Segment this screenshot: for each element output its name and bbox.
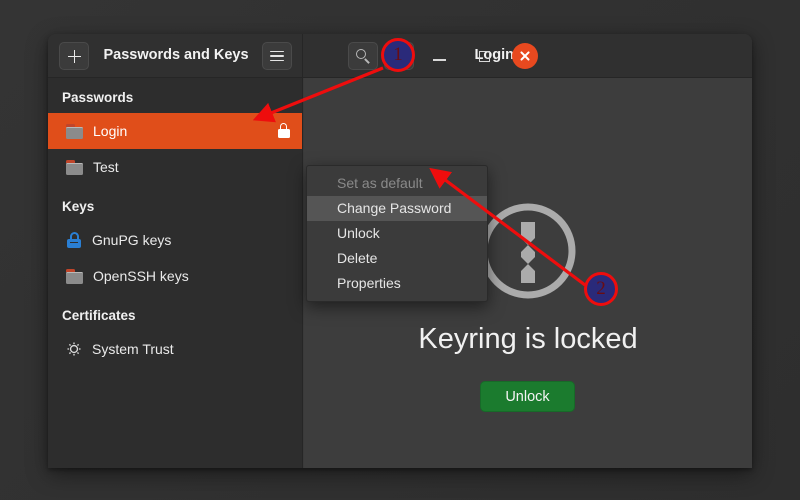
unlock-button[interactable]: Unlock: [480, 381, 575, 412]
overflow-menu-button[interactable]: [384, 42, 414, 70]
folder-icon: [66, 159, 83, 175]
screen: Passwords and Keys Login Passwords Login…: [0, 0, 800, 500]
key-icon: [66, 232, 82, 248]
folder-icon: [66, 268, 83, 284]
sidebar-item-openssh-keys[interactable]: OpenSSH keys: [48, 258, 302, 294]
sidebar-item-login[interactable]: Login: [48, 113, 302, 149]
sidebar-item-label: Login: [93, 123, 128, 139]
maximize-icon: [478, 50, 490, 62]
sidebar-item-test[interactable]: Test: [48, 149, 302, 185]
sidebar-item-label: System Trust: [92, 341, 174, 357]
close-icon: [519, 50, 531, 62]
sidebar-group-certificates-label: Certificates: [62, 308, 136, 323]
minimize-button[interactable]: [427, 44, 451, 68]
three-dots-icon: [397, 49, 401, 63]
app-title: Passwords and Keys: [103, 47, 249, 63]
main-menu-button[interactable]: [262, 42, 292, 70]
sidebar-group-keys-label: Keys: [62, 199, 95, 214]
gear-icon: [66, 341, 82, 357]
locked-keyring-icon: [473, 196, 583, 306]
search-button[interactable]: [348, 42, 378, 70]
menu-item-change-password[interactable]: Change Password: [307, 196, 487, 221]
folder-icon: [66, 123, 83, 139]
plus-icon: [67, 49, 81, 63]
header-bar: Passwords and Keys Login: [48, 34, 752, 78]
status-title: Keyring is locked: [418, 323, 638, 355]
lock-icon: [277, 123, 290, 138]
application-window: Passwords and Keys Login Passwords Login…: [48, 34, 752, 468]
sidebar-item-label: Test: [93, 159, 119, 175]
maximize-button[interactable]: [472, 44, 496, 68]
sidebar-item-label: OpenSSH keys: [93, 268, 189, 284]
menu-item-properties[interactable]: Properties: [307, 271, 487, 296]
minimize-icon: [432, 59, 446, 61]
search-icon: [355, 48, 371, 64]
menu-item-set-as-default: Set as default: [337, 175, 423, 191]
close-button[interactable]: [512, 43, 538, 69]
menu-item-unlock[interactable]: Unlock: [307, 221, 487, 246]
sidebar-item-system-trust[interactable]: System Trust: [48, 331, 302, 367]
hamburger-icon: [270, 50, 284, 62]
add-keyring-button[interactable]: [59, 42, 89, 70]
sidebar-item-label: GnuPG keys: [92, 232, 172, 248]
context-menu: Set as default Change Password Unlock De…: [306, 165, 488, 302]
sidebar-group-passwords-label: Passwords: [62, 90, 134, 105]
sidebar-item-gnupg-keys[interactable]: GnuPG keys: [48, 222, 302, 258]
sidebar: Passwords Login Test Keys GnuPG keys Ope…: [48, 78, 303, 468]
menu-item-delete[interactable]: Delete: [307, 246, 487, 271]
